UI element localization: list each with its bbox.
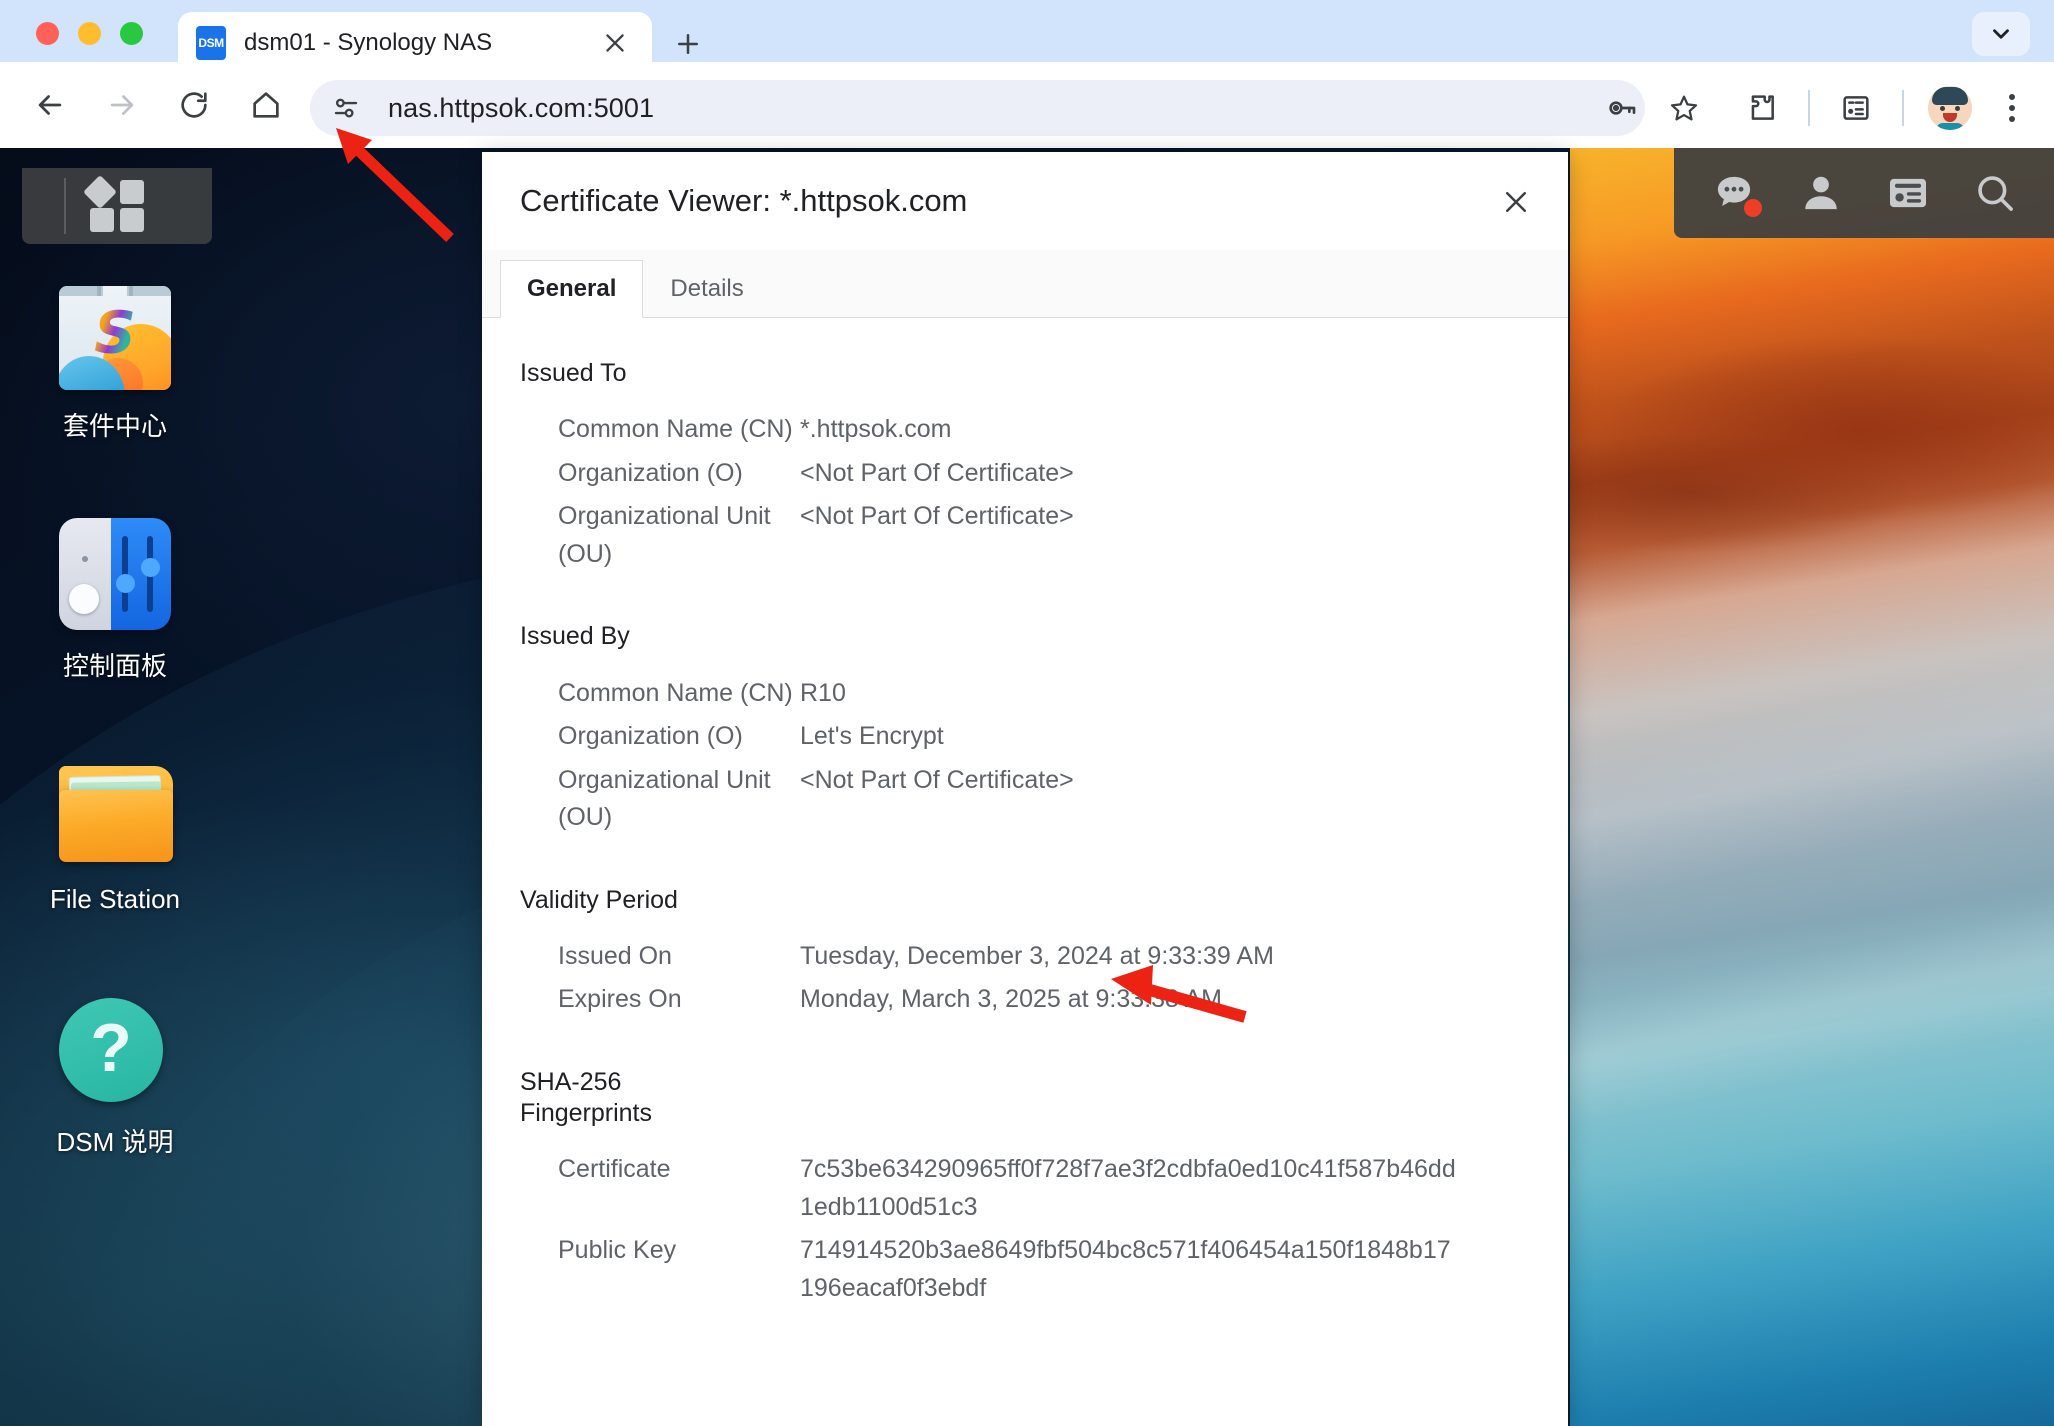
puzzle-icon[interactable] bbox=[1734, 80, 1790, 136]
three-dot-menu-icon[interactable] bbox=[1984, 80, 2040, 136]
row-expires-on: Expires On Monday, March 3, 2025 at 9:33… bbox=[520, 981, 1530, 1019]
home-icon[interactable] bbox=[238, 77, 294, 133]
dialog-header: Certificate Viewer: *.httpsok.com bbox=[482, 152, 1568, 250]
reload-icon[interactable] bbox=[166, 77, 222, 133]
toolbar-divider-1 bbox=[1808, 90, 1810, 126]
tab-favicon-dsm: DSM bbox=[196, 26, 226, 60]
dsm-help-icon: ? bbox=[59, 994, 171, 1106]
dsm-taskbar bbox=[1674, 148, 2054, 238]
desktop-icon-dsm-help[interactable]: ? DSM 说明 bbox=[0, 994, 230, 1159]
dsm-app-menu-button[interactable] bbox=[22, 168, 212, 244]
tab-close-icon[interactable] bbox=[596, 24, 634, 62]
reading-list-icon[interactable] bbox=[1828, 80, 1884, 136]
section-issued-to: Issued To Common Name (CN) *.httpsok.com… bbox=[520, 358, 1530, 573]
dialog-title: Certificate Viewer: *.httpsok.com bbox=[520, 183, 967, 219]
tab-general[interactable]: General bbox=[500, 260, 643, 318]
window-controls bbox=[36, 22, 143, 45]
section-heading: SHA-256 Fingerprints bbox=[520, 1067, 1530, 1130]
wallpaper-dune-detail bbox=[1570, 148, 2054, 1426]
row-public-key-fingerprint: Public Key 714914520b3ae8649fbf504bc8c57… bbox=[520, 1232, 1530, 1307]
field-value: 7c53be634290965ff0f728f7ae3f2cdbfa0ed10c… bbox=[800, 1151, 1460, 1226]
dialog-body: Issued To Common Name (CN) *.httpsok.com… bbox=[482, 318, 1568, 1426]
screen: DSM dsm01 - Synology NAS bbox=[0, 0, 2054, 1426]
back-arrow-icon[interactable] bbox=[22, 77, 78, 133]
field-value: <Not Part Of Certificate> bbox=[800, 762, 1074, 800]
section-validity-period: Validity Period Issued On Tuesday, Decem… bbox=[520, 885, 1530, 1019]
avatar-icon[interactable] bbox=[1922, 80, 1978, 136]
section-issued-by: Issued By Common Name (CN) R10 Organizat… bbox=[520, 621, 1530, 836]
user-account-icon[interactable] bbox=[1795, 167, 1847, 219]
issued-on-value: Tuesday, December 3, 2024 at 9:33:39 AM bbox=[800, 938, 1274, 976]
desktop-icon-package-center[interactable]: S 套件中心 bbox=[0, 278, 230, 443]
file-station-icon bbox=[59, 756, 171, 868]
notification-badge bbox=[1744, 199, 1762, 217]
window-close-button[interactable] bbox=[36, 22, 59, 45]
field-label: Common Name (CN) bbox=[520, 411, 800, 449]
field-label: Expires On bbox=[520, 981, 800, 1019]
row-issued-on: Issued On Tuesday, December 3, 2024 at 9… bbox=[520, 938, 1530, 976]
toolbar-divider-2 bbox=[1902, 90, 1904, 126]
desktop-icon-label: File Station bbox=[50, 884, 180, 915]
field-label: Common Name (CN) bbox=[520, 675, 800, 713]
field-value: <Not Part Of Certificate> bbox=[800, 455, 1074, 493]
tab-title: dsm01 - Synology NAS bbox=[244, 29, 596, 57]
field-value: *.httpsok.com bbox=[800, 411, 951, 449]
row-certificate-fingerprint: Certificate 7c53be634290965ff0f728f7ae3f… bbox=[520, 1151, 1530, 1226]
row-organizational-unit: Organizational Unit (OU) <Not Part Of Ce… bbox=[520, 762, 1530, 837]
dialog-tabs: General Details bbox=[482, 250, 1568, 318]
field-label: Certificate bbox=[520, 1151, 800, 1189]
row-organization: Organization (O) Let's Encrypt bbox=[520, 718, 1530, 756]
desktop-icon-control-panel[interactable]: 控制面板 bbox=[0, 518, 230, 683]
row-organization: Organization (O) <Not Part Of Certificat… bbox=[520, 455, 1530, 493]
notifications-icon[interactable] bbox=[1708, 167, 1760, 219]
row-common-name: Common Name (CN) R10 bbox=[520, 675, 1530, 713]
address-bar-url[interactable]: nas.httpsok.com:5001 bbox=[388, 93, 654, 124]
forward-arrow-icon[interactable] bbox=[94, 77, 150, 133]
field-value: R10 bbox=[800, 675, 846, 713]
field-label: Organizational Unit (OU) bbox=[520, 498, 800, 573]
avatar bbox=[1928, 86, 1972, 130]
desktop-icon-label: DSM 说明 bbox=[56, 1122, 173, 1159]
desktop-icon-label: 控制面板 bbox=[63, 646, 167, 683]
star-icon[interactable] bbox=[1656, 80, 1712, 136]
toolbar-right-group bbox=[1594, 80, 2040, 136]
window-maximize-button[interactable] bbox=[120, 22, 143, 45]
search-icon[interactable] bbox=[1969, 167, 2021, 219]
desktop-icon-file-station[interactable]: File Station bbox=[0, 756, 230, 915]
expires-on-value: Monday, March 3, 2025 at 9:33:38 AM bbox=[800, 981, 1222, 1019]
window-minimize-button[interactable] bbox=[78, 22, 101, 45]
browser-tab-strip: DSM dsm01 - Synology NAS bbox=[0, 0, 2054, 62]
widgets-icon[interactable] bbox=[1882, 167, 1934, 219]
section-heading: Issued By bbox=[520, 621, 1530, 652]
field-label: Organizational Unit (OU) bbox=[520, 762, 800, 837]
row-common-name: Common Name (CN) *.httpsok.com bbox=[520, 411, 1530, 449]
section-sha256-fingerprints: SHA-256 Fingerprints Certificate 7c53be6… bbox=[520, 1067, 1530, 1308]
desktop-icon-label: 套件中心 bbox=[63, 406, 167, 443]
apps-grid-icon bbox=[88, 178, 146, 234]
tab-details[interactable]: Details bbox=[643, 259, 770, 317]
field-label: Organization (O) bbox=[520, 718, 800, 756]
field-value: Let's Encrypt bbox=[800, 718, 944, 756]
certificate-viewer-dialog: Certificate Viewer: *.httpsok.com Genera… bbox=[482, 152, 1568, 1426]
new-tab-button[interactable] bbox=[668, 24, 708, 64]
section-heading: Validity Period bbox=[520, 885, 1530, 916]
control-panel-icon bbox=[59, 518, 171, 630]
package-center-icon: S bbox=[59, 278, 171, 390]
site-settings-icon[interactable] bbox=[324, 86, 368, 130]
field-value: <Not Part Of Certificate> bbox=[800, 498, 1074, 536]
field-value: 714914520b3ae8649fbf504bc8c571f406454a15… bbox=[800, 1232, 1460, 1307]
tab-search-chevron-down-icon[interactable] bbox=[1972, 12, 2030, 56]
key-icon[interactable] bbox=[1594, 80, 1650, 136]
row-organizational-unit: Organizational Unit (OU) <Not Part Of Ce… bbox=[520, 498, 1530, 573]
section-heading: Issued To bbox=[520, 358, 1530, 389]
field-label: Public Key bbox=[520, 1232, 800, 1270]
field-label: Organization (O) bbox=[520, 455, 800, 493]
field-label: Issued On bbox=[520, 938, 800, 976]
dialog-close-icon[interactable] bbox=[1494, 180, 1538, 224]
omnibox[interactable]: nas.httpsok.com:5001 bbox=[310, 80, 1645, 136]
